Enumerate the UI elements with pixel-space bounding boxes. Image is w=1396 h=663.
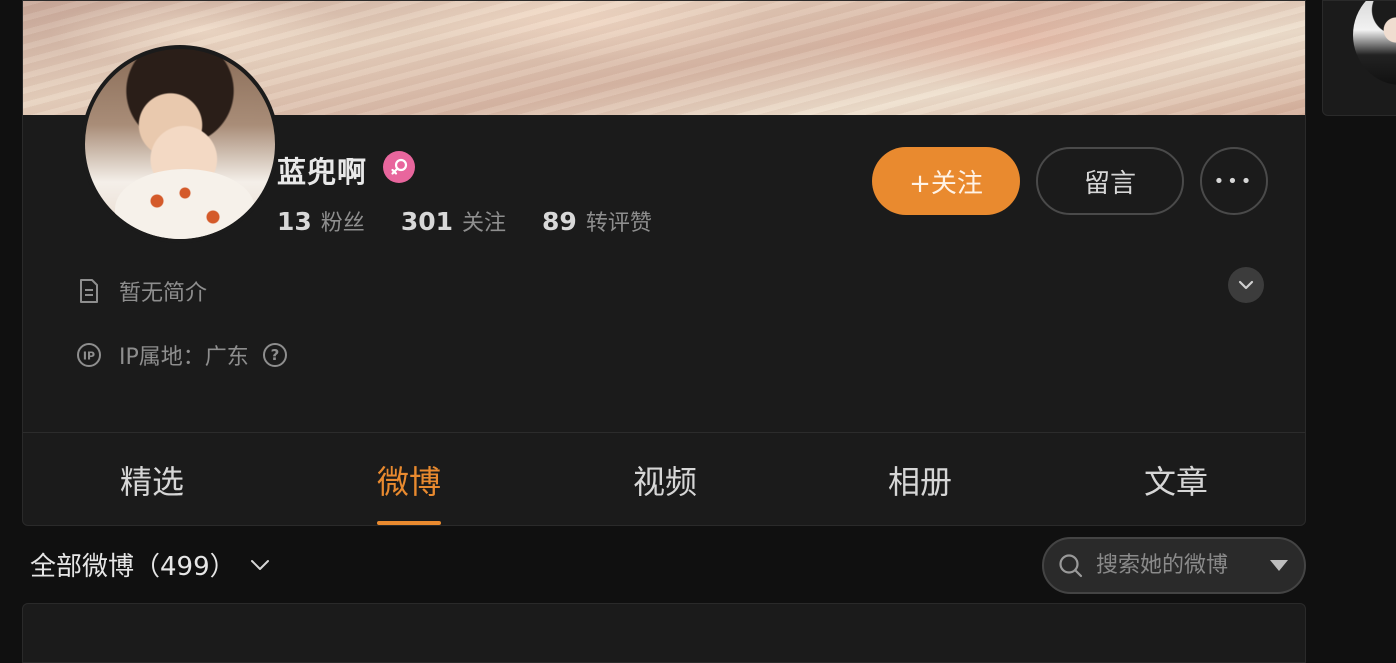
svg-text:IP: IP: [83, 350, 95, 363]
feed-card: [22, 603, 1306, 663]
profile-name: 蓝兜啊: [277, 155, 368, 189]
stat-label: 粉丝: [320, 211, 365, 236]
active-tab-indicator: [377, 521, 441, 525]
stat-label: 转评赞: [585, 211, 652, 236]
search-icon: [1058, 553, 1084, 579]
bio-row: 暂无简介: [75, 275, 207, 307]
tab-featured[interactable]: 精选: [92, 433, 212, 525]
stat-label: 关注: [462, 211, 507, 236]
avatar[interactable]: [81, 45, 279, 243]
tab-video[interactable]: 视频: [605, 433, 725, 525]
stat-interactions[interactable]: 89 转评赞: [542, 205, 652, 237]
message-button[interactable]: 留言: [1036, 147, 1184, 215]
stat-number: 89: [542, 207, 577, 236]
chevron-down-icon: [250, 559, 270, 571]
stat-followers[interactable]: 13 粉丝: [277, 205, 365, 237]
tab-weibo[interactable]: 微博: [349, 433, 469, 525]
tab-album[interactable]: 相册: [860, 433, 980, 525]
dropdown-caret-icon[interactable]: [1270, 560, 1288, 571]
stat-following[interactable]: 301 关注: [401, 205, 506, 237]
svg-text:?: ?: [270, 346, 279, 364]
feed-filter-label: 全部微博（499）: [30, 552, 236, 582]
profile-tabs: 精选 微博 视频 相册 文章: [23, 433, 1305, 525]
profile-stats: 13 粉丝 301 关注 89 转评赞: [277, 205, 688, 237]
tab-articles[interactable]: 文章: [1116, 433, 1236, 525]
ip-row: IP IP属地：广东 ?: [75, 339, 289, 371]
female-icon: [383, 151, 415, 183]
search-input[interactable]: [1094, 552, 1244, 579]
ip-text: IP属地：广东: [119, 345, 249, 370]
side-card: [1322, 0, 1396, 116]
side-avatar[interactable]: [1353, 1, 1396, 85]
follow-button[interactable]: +关注: [872, 147, 1020, 215]
ip-icon: IP: [75, 341, 103, 369]
help-icon[interactable]: ?: [261, 341, 289, 369]
stat-number: 13: [277, 207, 312, 236]
stat-number: 301: [400, 207, 453, 236]
avatar-photo: [85, 49, 275, 239]
more-button[interactable]: •••: [1200, 147, 1268, 215]
document-icon: [75, 277, 103, 305]
chevron-down-icon[interactable]: [1228, 267, 1264, 303]
weibo-search[interactable]: [1042, 537, 1306, 594]
feed-filter-dropdown[interactable]: 全部微博（499）: [30, 546, 270, 583]
bio-text: 暂无简介: [119, 281, 208, 306]
profile-card: 蓝兜啊 13 粉丝 301 关注 89 转评赞 +关注 留言 ••• 暂无简介 …: [22, 0, 1306, 526]
